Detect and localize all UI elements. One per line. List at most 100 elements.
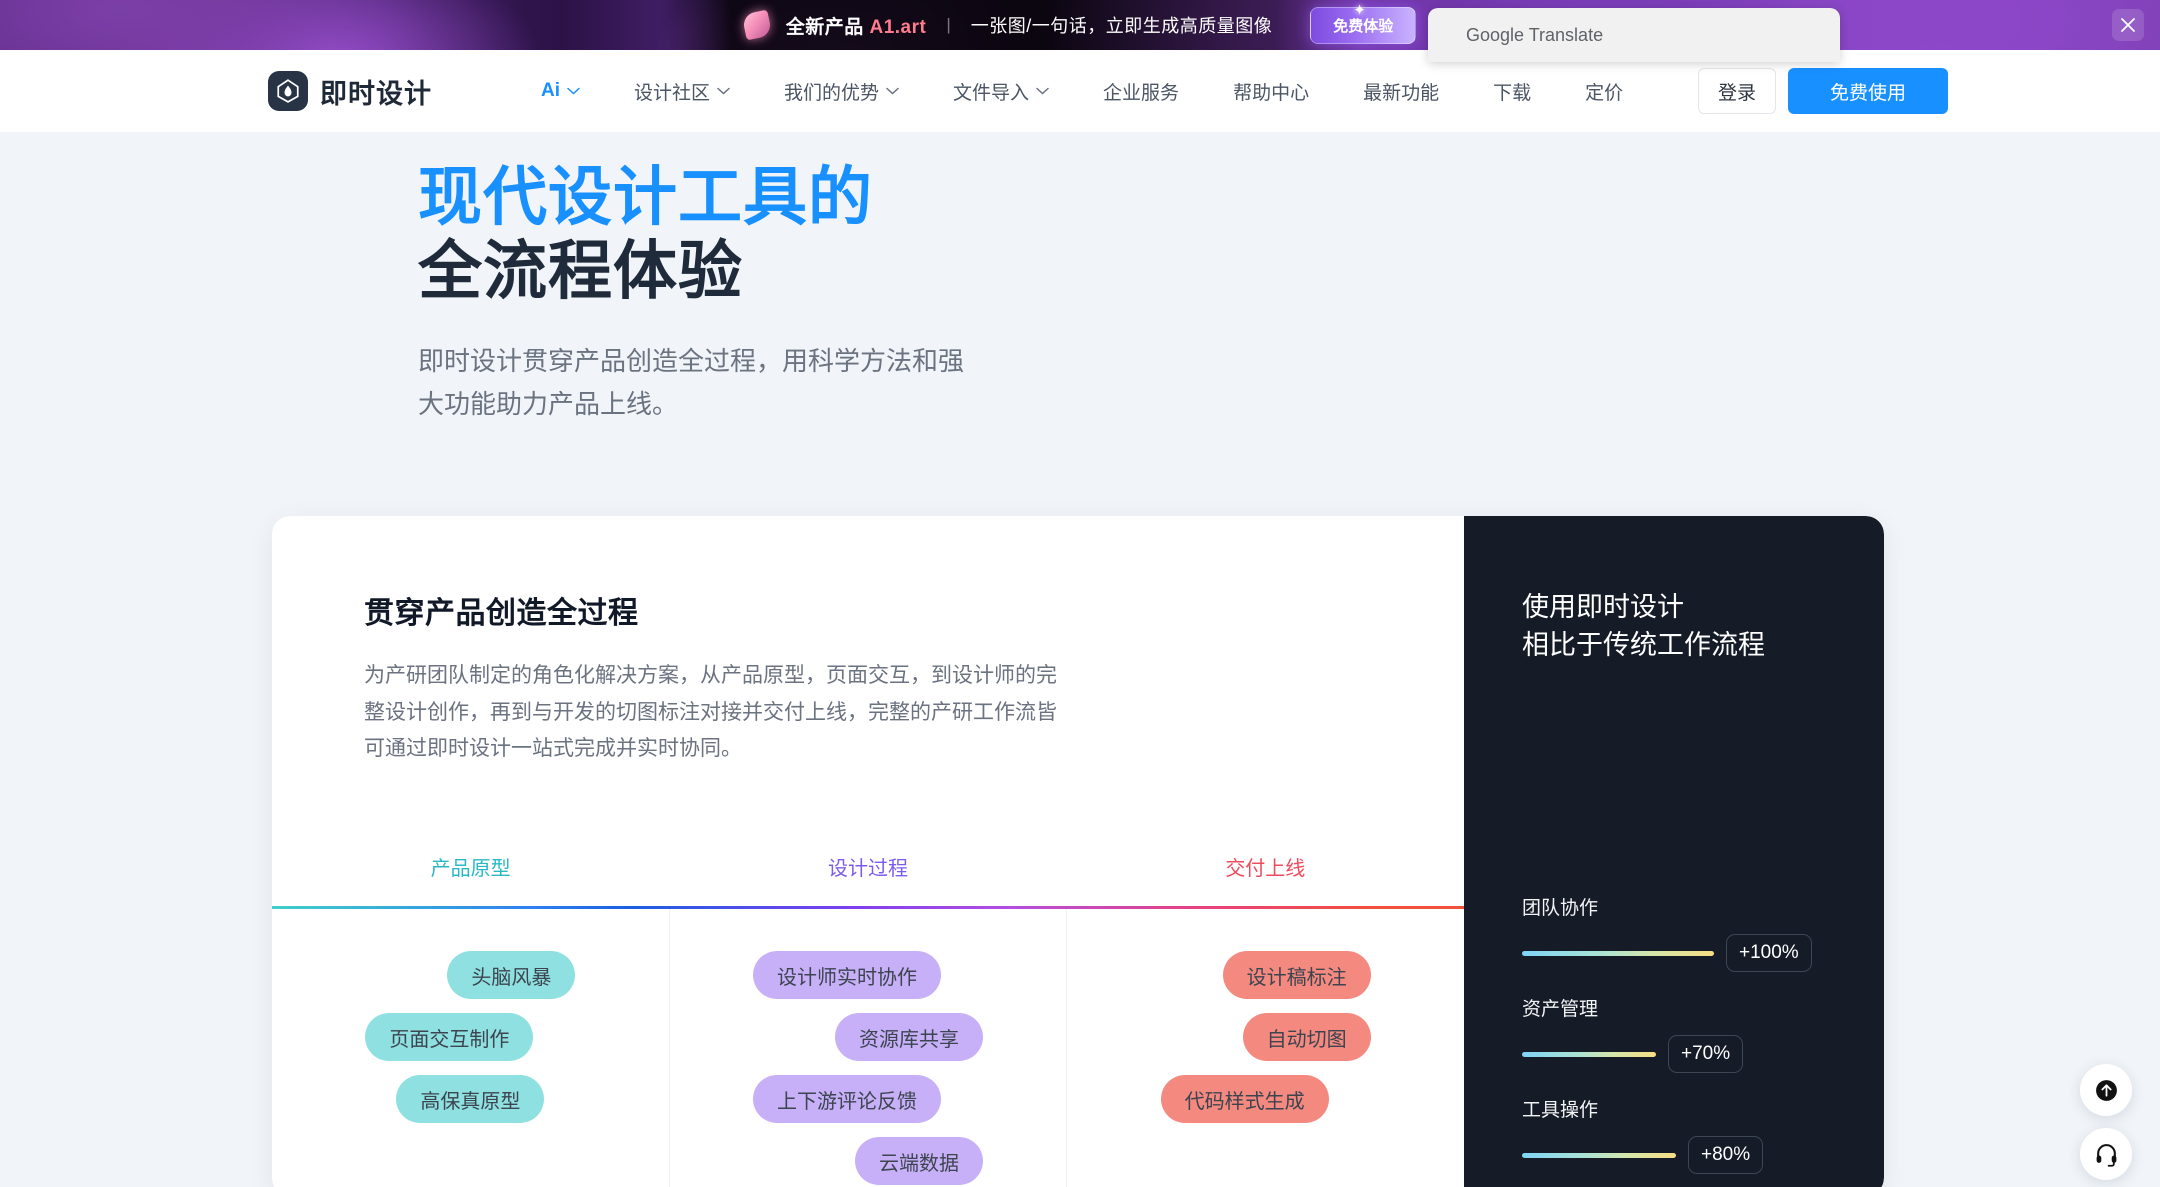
arrow-up-circle-icon	[2095, 1079, 2117, 1101]
flame-drop-logo-icon	[268, 71, 308, 111]
metric-badge: +100%	[1726, 934, 1812, 972]
nav-item-pricing[interactable]: 定价	[1558, 78, 1650, 105]
metrics-list: 团队协作 +100% 资产管理 +70% 工具操作 +80%	[1522, 893, 1852, 1187]
header-actions: 登录 免费使用	[1698, 68, 1948, 114]
petal-icon	[741, 9, 773, 41]
metric-bar	[1522, 950, 1714, 956]
tag-pill[interactable]: 高保真原型	[396, 1075, 545, 1123]
process-columns: 头脑风暴 页面交互制作 高保真原型 设计师实时协作 资源库共享 上下游评论反馈 …	[272, 909, 1464, 1187]
column-inner: 头脑风暴 页面交互制作 高保真原型	[272, 951, 669, 1137]
metric-label: 资产管理	[1522, 999, 1599, 1020]
page-root: 全新产品 A1.art | 一张图/一句话，立即生成高质量图像 ✦ 免费体验 G…	[0, 0, 2160, 1187]
main-nav: Ai 设计社区 我们的优势 文件导入 企业服务 帮助中心 最新功能 下载 定价	[514, 78, 1650, 105]
nav-label: 文件导入	[953, 82, 1030, 104]
free-trial-button[interactable]: 免费使用	[1788, 68, 1948, 114]
promo-title-prefix: 全新产品	[785, 16, 870, 38]
chevron-down-icon	[1036, 87, 1049, 95]
metric-badge: +70%	[1668, 1035, 1744, 1073]
tag-pill[interactable]: 页面交互制作	[365, 1013, 534, 1061]
google-translate-title: Google Translate	[1466, 24, 1604, 45]
nav-item-ai[interactable]: Ai	[514, 80, 607, 102]
feature-card: 贯穿产品创造全过程 为产研团队制定的角色化解决方案，从产品原型，页面交互，到设计…	[272, 516, 1884, 1187]
tag-pill[interactable]: 资源库共享	[835, 1013, 983, 1061]
metric-label: 工具操作	[1522, 1100, 1599, 1121]
nav-label: Ai	[541, 80, 560, 101]
pill-row: 页面交互制作	[365, 1013, 575, 1075]
process-tabs: 产品原型 设计过程 交付上线	[272, 852, 1464, 899]
site-header: 即时设计 Ai 设计社区 我们的优势 文件导入 企业服务 帮助中心 最新功能 下…	[0, 50, 2160, 132]
close-icon[interactable]	[2112, 9, 2144, 41]
metric-bar	[1522, 1152, 1676, 1158]
nav-label: 下载	[1493, 82, 1532, 104]
close-glyph	[2121, 18, 2135, 32]
tag-pill[interactable]: 设计师实时协作	[753, 951, 941, 999]
hero-subtitle: 即时设计贯穿产品创造全过程，用科学方法和强大功能助力产品上线。	[418, 346, 965, 419]
metric-badge: +80%	[1688, 1136, 1764, 1174]
promo-cta-button[interactable]: ✦ 免费体验	[1310, 2, 1417, 44]
nav-item-download[interactable]: 下载	[1466, 78, 1558, 105]
feature-card-left: 贯穿产品创造全过程 为产研团队制定的角色化解决方案，从产品原型，页面交互，到设计…	[272, 516, 1464, 1187]
nav-item-help-center[interactable]: 帮助中心	[1206, 78, 1336, 105]
nav-item-file-import[interactable]: 文件导入	[926, 78, 1076, 105]
metric-row: 团队协作 +100%	[1522, 893, 1852, 972]
feature-paragraph: 为产研团队制定的角色化解决方案，从产品原型，页面交互，到设计师的完整设计创作，再…	[364, 664, 1057, 761]
login-label: 登录	[1717, 82, 1756, 104]
promo-title: 全新产品 A1.art	[786, 12, 927, 39]
tab-prototype[interactable]: 产品原型	[272, 852, 669, 899]
metric-bar-row: +70%	[1522, 1035, 1852, 1073]
hero-headline-accent: 现代设计工具的	[418, 161, 873, 233]
brand-block[interactable]: 即时设计	[268, 71, 432, 111]
login-button[interactable]: 登录	[1698, 68, 1776, 114]
logo-glyph	[277, 79, 299, 103]
headset-icon	[2096, 1143, 2116, 1167]
sparkle-icon: ✦	[1353, 1, 1366, 19]
pill-row: 资源库共享	[753, 1013, 983, 1075]
hero-headline-plain: 全流程体验	[418, 235, 743, 308]
tag-pill[interactable]: 云端数据	[855, 1137, 983, 1185]
nav-item-advantages[interactable]: 我们的优势	[757, 78, 926, 105]
nav-label: 设计社区	[634, 82, 711, 104]
hero-section: 现代设计工具的 全流程体验 即时设计贯穿产品创造全过程，用科学方法和强大功能助力…	[0, 132, 2160, 425]
google-translate-popup[interactable]: Google Translate	[1428, 8, 1840, 62]
comparison-panel: 使用即时设计 相比于传统工作流程 团队协作 +100% 资产管理 +70% 工具…	[1464, 516, 1884, 1187]
brand-name: 即时设计	[320, 78, 432, 109]
panel-title: 使用即时设计 相比于传统工作流程	[1522, 588, 1884, 665]
feature-heading: 贯穿产品创造全过程	[364, 597, 639, 630]
nav-label: 帮助中心	[1233, 82, 1310, 104]
metric-row: 资产管理 +70%	[1522, 994, 1852, 1073]
tag-pill[interactable]: 上下游评论反馈	[753, 1075, 941, 1123]
chevron-down-icon	[717, 87, 730, 95]
nav-label: 我们的优势	[784, 82, 880, 104]
promo-brand: A1.art	[869, 16, 927, 38]
support-button[interactable]	[2080, 1128, 2132, 1180]
column-delivery: 设计稿标注 自动切图 代码样式生成	[1066, 909, 1464, 1187]
metric-row: 工具操作 +80%	[1522, 1095, 1852, 1174]
chevron-down-icon	[567, 87, 580, 95]
nav-label: 最新功能	[1363, 82, 1440, 104]
feature-card-text: 贯穿产品创造全过程 为产研团队制定的角色化解决方案，从产品原型，页面交互，到设计…	[272, 516, 1464, 768]
tab-design-process[interactable]: 设计过程	[669, 852, 1066, 899]
tag-pill[interactable]: 头脑风暴	[447, 951, 576, 999]
free-trial-label: 免费使用	[1829, 82, 1906, 104]
column-inner: 设计师实时协作 资源库共享 上下游评论反馈 云端数据	[670, 951, 1067, 1187]
metric-bar-row: +80%	[1522, 1136, 1852, 1174]
page-title: 现代设计工具的 全流程体验	[418, 160, 2160, 308]
column-inner: 设计稿标注 自动切图 代码样式生成	[1067, 951, 1464, 1137]
tag-pill[interactable]: 代码样式生成	[1160, 1075, 1329, 1123]
promo-separator: |	[946, 15, 951, 34]
pill-row: 代码样式生成	[1160, 1075, 1371, 1137]
panel-title-line2: 相比于传统工作流程	[1522, 630, 1765, 661]
nav-item-whats-new[interactable]: 最新功能	[1336, 78, 1466, 105]
column-design-process: 设计师实时协作 资源库共享 上下游评论反馈 云端数据	[668, 909, 1067, 1187]
metric-label: 团队协作	[1522, 898, 1599, 919]
nav-item-community[interactable]: 设计社区	[607, 78, 757, 105]
back-to-top-button[interactable]	[2080, 1064, 2132, 1116]
tag-pill[interactable]: 设计稿标注	[1222, 951, 1371, 999]
nav-item-enterprise[interactable]: 企业服务	[1076, 78, 1206, 105]
pill-row: 头脑风暴	[365, 951, 576, 1013]
panel-title-line1: 使用即时设计	[1522, 592, 1684, 622]
tab-delivery[interactable]: 交付上线	[1067, 852, 1464, 899]
nav-label: 企业服务	[1103, 82, 1180, 104]
nav-label: 定价	[1585, 82, 1624, 104]
tag-pill[interactable]: 自动切图	[1242, 1013, 1371, 1061]
